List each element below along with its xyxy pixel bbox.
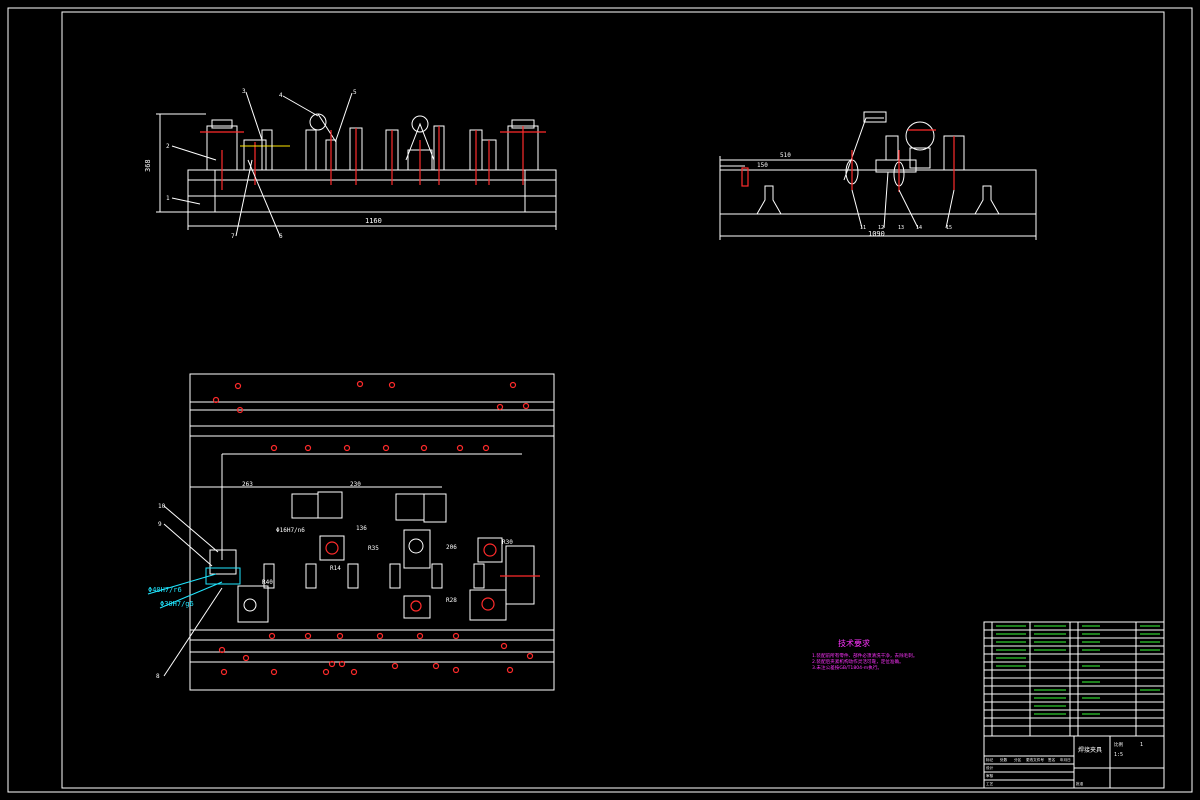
fit-16: Φ16H7/n6 — [276, 527, 305, 534]
callout-9: 9 — [158, 521, 162, 528]
callout-6: 6 — [279, 233, 283, 240]
dim-side-top: 510 — [780, 152, 791, 159]
dim-plan-a: 263 — [242, 481, 253, 488]
tech-req-line-1: 1.装配前所有零件、部件必须清洗干净，去除毛刺。 — [812, 652, 917, 659]
callout-3: 3 — [242, 88, 246, 95]
bolt-holes — [212, 380, 534, 676]
tb-label-8: 工艺 — [986, 781, 994, 786]
tech-req-line-3: 3.未注公差按GB/T1804-m执行。 — [812, 664, 882, 671]
sheet-number: 1 — [1140, 742, 1143, 748]
outer-frame — [7, 7, 1193, 793]
dim-plan-b: 230 — [350, 481, 361, 488]
technical-requirements: 技术要求 1.装配前所有零件、部件必须清洗干净，去除毛刺。 2.装配后夹紧机构动… — [812, 638, 917, 671]
dim-plan-g: R14 — [330, 565, 341, 572]
tech-req-line-2: 2.装配后夹紧机构动作灵活可靠，定位准确。 — [812, 658, 904, 665]
front-view: 368 1160 1 2 3 4 5 6 7 — [144, 88, 557, 240]
callout-15: 15 — [946, 225, 952, 231]
dim-side-small: 150 — [757, 162, 768, 169]
tb-label-7: 审核 — [986, 773, 994, 778]
dim-plan-d: R28 — [446, 597, 457, 604]
callout-8: 8 — [156, 673, 160, 680]
dim-plan-h: R40 — [262, 579, 273, 586]
tb-label-6: 设计 — [986, 765, 994, 770]
drawing-title: 焊接夹具 — [1078, 746, 1102, 754]
tb-label-3: 更改文件号 — [1026, 757, 1044, 762]
tb-label-1: 处数 — [1000, 757, 1008, 762]
title-block: 焊接夹具 比例 1:5 1 标记 处数 分区 更改文件号 签名 年月日 设计 审… — [983, 621, 1165, 789]
callout-4: 4 — [279, 92, 283, 99]
callout-14: 14 — [916, 225, 922, 231]
callout-1: 1 — [166, 195, 170, 202]
tech-req-title: 技术要求 — [838, 638, 870, 648]
tb-label-2: 分区 — [1014, 757, 1022, 762]
callout-13: 13 — [898, 225, 904, 231]
tb-label-5: 年月日 — [1060, 757, 1071, 762]
callout-7: 7 — [231, 233, 235, 240]
callout-11: 11 — [860, 225, 866, 231]
dim-plan-c: R35 — [368, 545, 379, 552]
dim-front-height: 368 — [144, 159, 152, 172]
plan-view: 263 230 R35 R28 R30 206 R14 R40 136 Φ16H… — [147, 373, 555, 691]
callout-2: 2 — [166, 143, 170, 150]
scale-value: 1:5 — [1114, 752, 1123, 758]
tb-label-4: 签名 — [1048, 757, 1056, 762]
dim-plan-f: 206 — [446, 544, 457, 551]
dim-plan-i: 136 — [356, 525, 367, 532]
callout-5: 5 — [353, 89, 357, 96]
side-view: 510 150 1090 11 12 13 14 15 — [719, 111, 1037, 240]
dim-side-length: 1090 — [868, 230, 885, 238]
tb-label-9: 批准 — [1076, 781, 1084, 786]
callout-12: 12 — [878, 225, 884, 231]
callout-10: 10 — [158, 503, 166, 510]
tb-label-0: 标记 — [986, 757, 994, 762]
dim-front-length: 1160 — [365, 217, 382, 225]
dim-plan-e: R30 — [502, 539, 513, 546]
scale-label: 比例 — [1114, 741, 1123, 748]
cad-drawing: 368 1160 1 2 3 4 5 6 7 510 150 1090 11 1… — [7, 7, 1193, 793]
